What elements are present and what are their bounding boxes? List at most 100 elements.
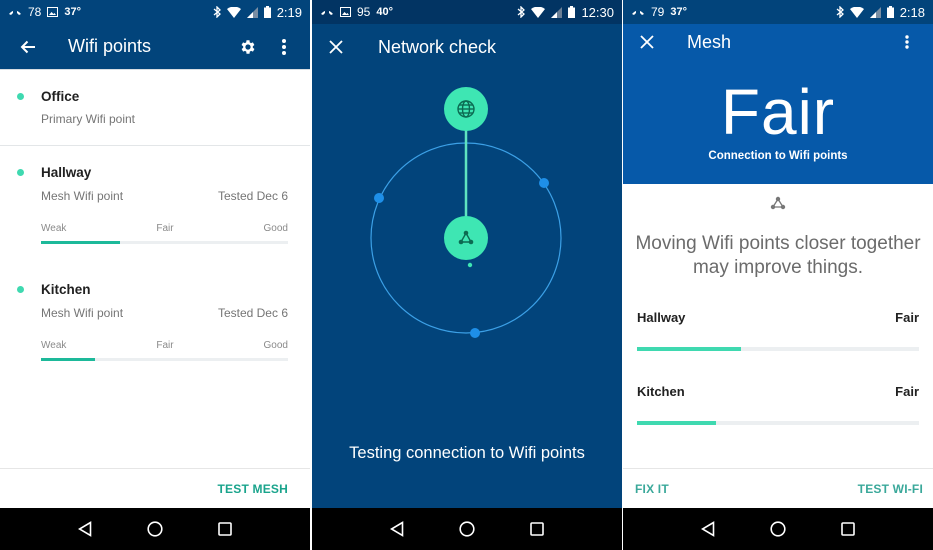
status-dot [17,286,24,293]
gear-icon [241,39,255,54]
row-rating: Fair [895,310,919,325]
battery-icon [263,6,271,18]
wifi-icon [531,6,546,18]
temperature: 40° [376,6,393,18]
clock: 12:30 [581,4,614,20]
clock: 2:18 [899,4,925,20]
status-bar: 95 40° 12:30 [312,0,622,24]
mesh-screen: 79 37° 2:18 Mesh Fair Connection to Wifi… [623,0,933,550]
page-title: Wifi points [68,36,152,56]
close-icon [329,40,343,54]
point-name: Office [41,89,80,104]
strength-scale: Weak Fair Good [41,340,288,351]
footer-bar: TEST MESH [0,468,310,508]
nav-home-icon[interactable] [770,521,786,537]
test-wifi-button[interactable]: TEST WI-FI [858,482,923,496]
nav-home-icon[interactable] [147,521,163,537]
strength-fill [41,358,96,361]
mesh-network-icon [770,196,786,210]
temperature: 37° [670,6,687,18]
mesh-rating: Fair [720,76,836,148]
bluetooth-icon [836,6,844,18]
battery-icon [886,6,894,18]
mesh-rating-hero: Fair Connection to Wifi points [623,60,933,184]
scale-fair: Fair [156,223,174,234]
tested-date: Tested Dec 6 [217,189,288,203]
strength-bar [41,358,288,361]
wifi-point-kitchen[interactable]: Kitchen Mesh Wifi point Tested Dec 6 Wea… [0,264,310,382]
page-title: Network check [378,36,497,57]
nav-recents-icon[interactable] [530,522,545,536]
more-options-button[interactable] [270,33,298,61]
temperature: 37° [64,6,81,18]
scale-weak: Weak [41,340,67,351]
point-type: Mesh Wifi point [41,306,124,320]
test-mesh-button[interactable]: TEST MESH [218,482,288,496]
nav-recents-icon[interactable] [218,522,233,536]
strength-fill [41,241,121,244]
status-number: 78 [28,5,42,19]
clock: 2:19 [276,4,302,20]
bluetooth-icon [213,6,221,18]
network-check-screen: 95 40° 12:30 Network check Testing conne… [312,0,622,550]
scale-good: Good [263,223,288,234]
nav-back-icon[interactable] [77,521,92,537]
nav-home-icon[interactable] [459,521,475,537]
app-bar: Network check [312,24,622,70]
signal-icon [246,6,258,18]
nav-recents-icon[interactable] [841,522,856,536]
signal-icon [869,6,881,18]
strength-fill [637,421,716,425]
strength-bar [41,241,288,244]
point-type: Primary Wifi point [41,112,136,126]
status-number: 79 [651,5,665,19]
orbit-dot [539,178,549,188]
strength-fill [637,347,742,351]
system-nav-bar [0,508,310,550]
status-bar: 79 37° 2:18 [623,0,933,24]
mesh-rating-caption: Connection to Wifi points [708,150,848,162]
wifi-point-office[interactable]: Office Primary Wifi point [0,70,310,145]
call-icon [632,10,644,15]
mesh-row-kitchen[interactable]: Kitchen Fair [623,384,933,425]
nav-back-icon[interactable] [700,521,715,537]
strength-scale: Weak Fair Good [41,223,288,234]
router-node [444,216,488,260]
battery-icon [568,6,576,18]
wifi-icon [226,6,241,18]
status-dot [17,93,24,100]
orbit-dot [470,328,480,338]
close-button[interactable] [322,33,350,61]
wifi-icon [849,6,864,18]
strength-bar [637,347,919,351]
wifi-points-screen: 78 37° 2:19 Wifi points Office Primary W… [0,0,310,550]
footer-bar: FIX IT TEST WI-FI [623,468,933,508]
mesh-icon-wrap [623,196,933,216]
point-type: Mesh Wifi point [41,189,124,203]
system-nav-bar [312,508,622,550]
close-button[interactable] [633,28,661,56]
more-options-button[interactable] [893,28,921,56]
status-dot [17,169,24,176]
wifi-point-hallway[interactable]: Hallway Mesh Wifi point Tested Dec 6 Wea… [0,146,310,264]
app-bar: Wifi points [0,24,310,70]
more-vert-icon [282,38,286,55]
network-diagram [370,87,562,338]
point-name: Kitchen [41,282,91,297]
image-icon [47,7,59,17]
back-button[interactable] [14,33,42,61]
image-icon [340,7,351,17]
row-name: Kitchen [637,384,685,399]
fix-it-button[interactable]: FIX IT [635,482,669,496]
mesh-row-hallway[interactable]: Hallway Fair [623,310,933,351]
advice-message: Moving Wifi points closer together may i… [635,233,921,278]
testing-message: Testing connection to Wifi points [349,444,585,462]
page-title: Mesh [687,31,732,52]
point-name: Hallway [41,165,92,180]
status-number: 95 [357,5,371,19]
settings-button[interactable] [234,33,262,61]
wifi-point-list: Office Primary Wifi point Hallway Mesh W… [0,70,310,382]
arrow-left-icon [20,40,35,53]
row-rating: Fair [895,384,919,399]
nav-back-icon[interactable] [389,521,404,537]
